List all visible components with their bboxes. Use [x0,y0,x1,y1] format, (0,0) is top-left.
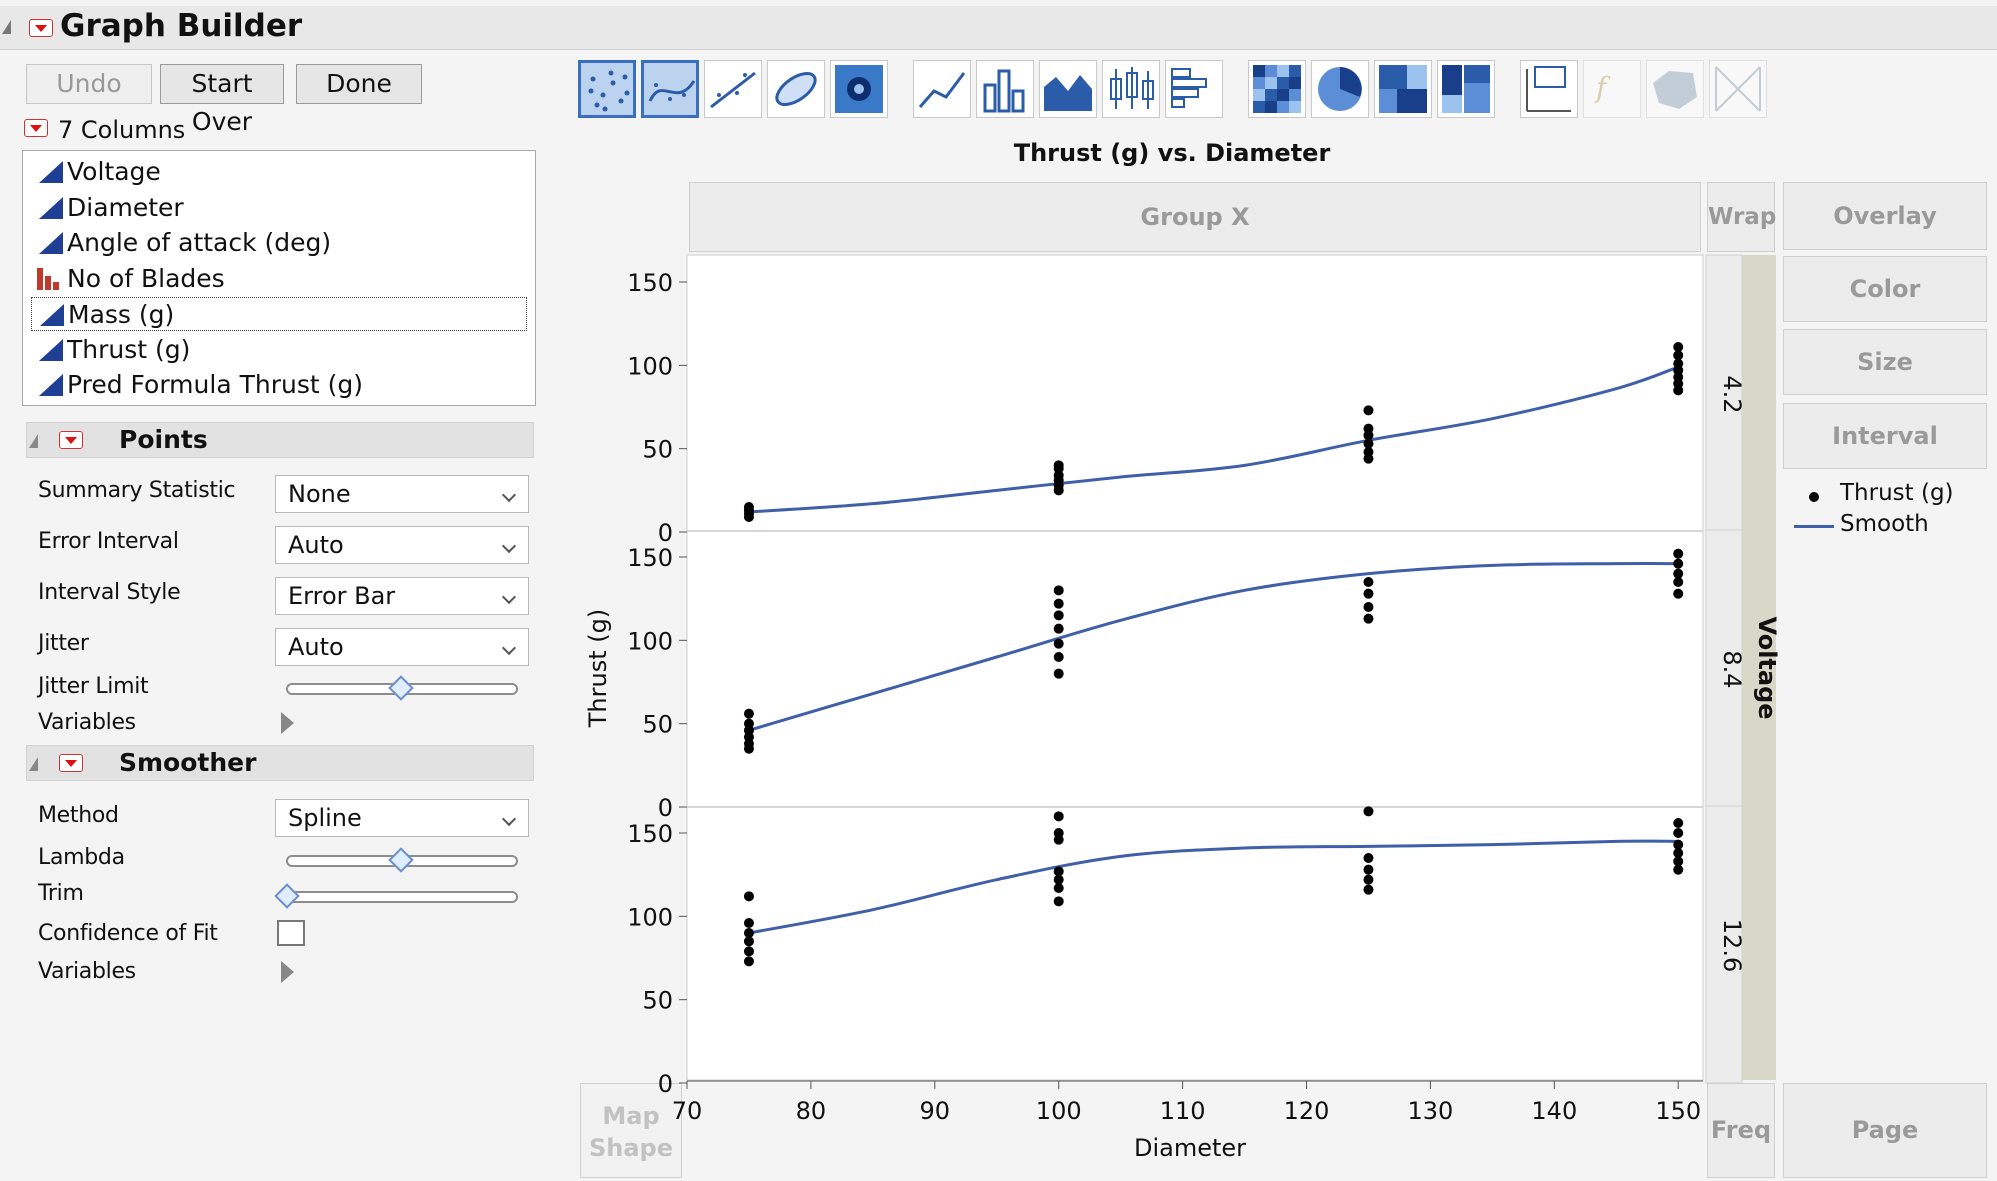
data-point [743,708,754,719]
data-point [743,956,754,967]
data-point [743,891,754,902]
data-point [743,718,754,729]
plot-area [686,254,1704,1081]
data-point [1363,588,1374,599]
data-point [1673,342,1684,352]
data-point [1053,610,1064,621]
chart-title: Thrust (g) vs. Diameter [1014,139,1331,167]
data-point [1363,602,1374,612]
data-point [1053,460,1064,471]
y-axis-label: Thrust (g) [584,609,612,728]
data-point [1053,896,1064,907]
data-point [1673,548,1684,559]
x-tick-label: 140 [1531,1097,1577,1125]
data-point [743,918,754,928]
data-point [1053,652,1064,662]
x-tick-label: 120 [1284,1097,1330,1125]
data-point [743,928,754,938]
data-point [1363,884,1374,895]
data-point [1673,818,1684,828]
data-point [1673,828,1684,838]
data-point [1053,623,1064,634]
data-point [1363,613,1374,624]
x-tick-label: 150 [1655,1097,1701,1125]
data-point [1053,811,1064,822]
group-level-label: 8.4 [1718,650,1746,688]
data-point [1053,668,1064,679]
x-tick-label: 90 [920,1097,951,1125]
y-tick-label: 100 [627,627,673,655]
group-level-label: 12.6 [1718,919,1746,972]
data-point [743,946,754,957]
y-tick-label: 100 [627,352,673,380]
data-point [1673,558,1684,569]
x-tick-label: 70 [672,1097,703,1125]
y-tick-label: 150 [627,269,673,297]
data-point [1053,598,1064,609]
data-point [743,502,754,512]
data-point [1053,828,1064,838]
scatter-chart: Thrust (g) vs. Diameter 0 50 100 150 4.2 0 50 10… [584,139,1781,1162]
y-tick-label: 50 [642,436,673,464]
group-y-label: Voltage [1753,616,1781,719]
data-point [1053,638,1064,649]
y-tick-label: 150 [627,544,673,572]
x-tick-label: 100 [1036,1097,1082,1125]
y-tick-label: 0 [658,519,673,547]
data-point [1363,577,1374,587]
y-tick-label: 0 [658,1070,673,1098]
data-point [1363,423,1374,434]
data-point [1673,568,1684,579]
data-point [1673,839,1684,850]
data-point [1363,853,1374,863]
x-tick-label: 80 [796,1097,827,1125]
x-axis-label: Diameter [1134,1134,1246,1162]
y-tick-label: 50 [642,711,673,739]
y-tick-label: 150 [627,820,673,848]
data-point [1053,585,1064,596]
data-point [1363,806,1374,817]
y-tick-label: 0 [658,794,673,822]
y-tick-label: 50 [642,987,673,1015]
y-tick-label: 100 [627,903,673,931]
data-point [1673,588,1684,599]
data-point [1363,864,1374,875]
x-tick-label: 110 [1160,1097,1206,1125]
x-tick-label: 130 [1408,1097,1454,1125]
data-point [1363,405,1374,416]
data-point [1363,874,1374,885]
data-point [1053,866,1064,877]
group-level-label: 4.2 [1718,375,1746,413]
